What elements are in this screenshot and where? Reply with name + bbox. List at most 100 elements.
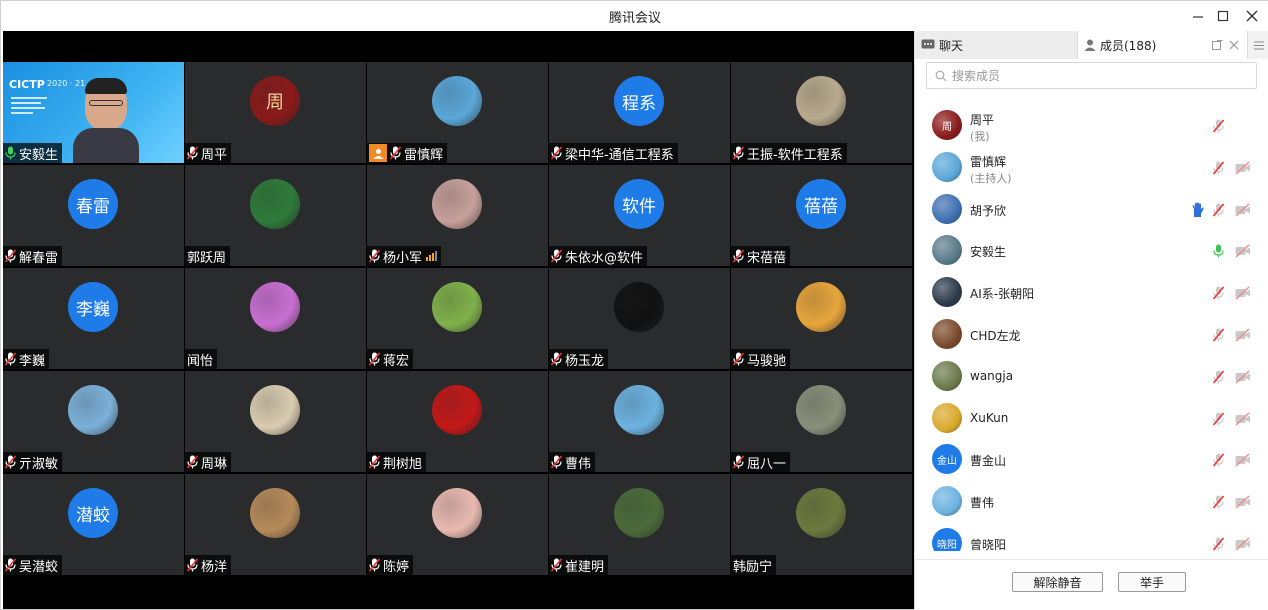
raise-hand-button[interactable]: 举手 bbox=[1118, 572, 1186, 592]
member-row[interactable]: XuKun bbox=[915, 399, 1268, 439]
mic-muted-icon[interactable] bbox=[1212, 411, 1229, 427]
member-row[interactable]: CHD左龙 bbox=[915, 315, 1268, 355]
participant-avatar bbox=[250, 385, 300, 435]
mic-icon[interactable] bbox=[1213, 243, 1229, 259]
close-icon[interactable] bbox=[1241, 5, 1263, 27]
participant-name: 屈八一 bbox=[747, 456, 787, 472]
participant-name-tag: 梁中华-通信工程系 bbox=[549, 143, 678, 163]
participant-tile[interactable]: 崔建明 bbox=[549, 474, 730, 575]
participant-tile[interactable]: 韩励宁 bbox=[731, 474, 912, 575]
mic-muted-icon[interactable] bbox=[1212, 285, 1229, 301]
camera-off-icon[interactable] bbox=[1235, 452, 1251, 468]
mic-muted-icon[interactable] bbox=[1212, 369, 1229, 385]
participant-name: 王振-软件工程系 bbox=[747, 147, 843, 163]
camera-off-icon[interactable] bbox=[1235, 369, 1251, 385]
participant-avatar: 潜蛟 bbox=[68, 488, 118, 538]
mic-muted-icon[interactable] bbox=[1212, 536, 1229, 551]
member-row[interactable]: 曹伟 bbox=[915, 482, 1268, 522]
member-avatar bbox=[932, 235, 962, 266]
participant-avatar bbox=[614, 488, 664, 538]
member-row[interactable]: 安毅生 bbox=[915, 231, 1268, 271]
participant-tile[interactable]: 曹伟 bbox=[549, 371, 730, 472]
mic-muted-icon[interactable] bbox=[1212, 118, 1229, 134]
panel-menu-button[interactable] bbox=[1247, 31, 1268, 59]
participant-avatar bbox=[250, 179, 300, 229]
mic-muted-icon bbox=[4, 249, 17, 263]
member-list[interactable]: 周周平 (我) 雷慎辉 (主持人) 胡予欣安毅生 AI系-张朝阳 CHD左龙 wangja Xu… bbox=[915, 106, 1268, 551]
mic-muted-icon bbox=[732, 249, 745, 263]
participant-tile[interactable]: 程系 梁中华-通信工程系 bbox=[549, 62, 730, 163]
mic-muted-icon[interactable] bbox=[1212, 494, 1229, 510]
camera-off-icon[interactable] bbox=[1235, 494, 1251, 510]
participant-name: 马骏驰 bbox=[747, 353, 787, 369]
maximize-icon[interactable] bbox=[1212, 5, 1234, 27]
camera-off-icon[interactable] bbox=[1235, 202, 1251, 218]
participant-tile[interactable]: 雷慎辉 bbox=[367, 62, 548, 163]
title-bar: 腾讯会议 bbox=[1, 1, 1268, 31]
close-panel-icon[interactable] bbox=[1229, 40, 1239, 50]
participant-tile[interactable]: 软件 朱依水@软件 bbox=[549, 165, 730, 266]
tab-members[interactable]: 成员(188) bbox=[1077, 31, 1247, 59]
participant-tile[interactable]: 杨玉龙 bbox=[549, 268, 730, 369]
camera-off-icon[interactable] bbox=[1235, 285, 1251, 301]
participant-tile[interactable]: 王振-软件工程系 bbox=[731, 62, 912, 163]
camera-off-icon[interactable] bbox=[1235, 411, 1251, 427]
participant-avatar bbox=[432, 76, 482, 126]
camera-off-icon[interactable] bbox=[1235, 243, 1251, 259]
participant-tile[interactable]: 周琳 bbox=[185, 371, 366, 472]
participant-tile[interactable]: 荆树旭 bbox=[367, 371, 548, 472]
participant-tile[interactable]: 马骏驰 bbox=[731, 268, 912, 369]
participant-name: 陈婷 bbox=[383, 559, 410, 575]
camera-off-icon[interactable] bbox=[1235, 536, 1251, 551]
member-row[interactable]: 雷慎辉 (主持人) bbox=[915, 148, 1268, 188]
participant-tile[interactable]: 蓓蓓 宋蓓蓓 bbox=[731, 165, 912, 266]
member-role: (我) bbox=[970, 130, 990, 143]
participant-tile[interactable]: 闻怡 bbox=[185, 268, 366, 369]
participant-tile[interactable]: 屈八一 bbox=[731, 371, 912, 472]
participant-name: 安毅生 bbox=[19, 147, 59, 163]
participant-tile[interactable]: 蒋宏 bbox=[367, 268, 548, 369]
member-row[interactable]: 晓阳 曾晓阳 bbox=[915, 524, 1268, 551]
participant-tile[interactable]: 杨小军 bbox=[367, 165, 548, 266]
camera-off-icon[interactable] bbox=[1235, 327, 1251, 343]
participant-tile[interactable]: 春雷 解春雷 bbox=[3, 165, 184, 266]
participant-tile[interactable]: 亓淑敏 bbox=[3, 371, 184, 472]
presenter-person bbox=[73, 78, 139, 163]
participant-avatar bbox=[432, 488, 482, 538]
side-panel: 聊天 成员(188) 搜索成员 周周平 (我) 雷慎辉 (主持人) 胡予欣安毅生 AI系-… bbox=[914, 31, 1268, 610]
member-row[interactable]: 胡予欣 bbox=[915, 190, 1268, 230]
member-name: 安毅生 bbox=[970, 245, 1007, 260]
mic-muted-icon bbox=[389, 146, 402, 160]
member-row[interactable]: wangja bbox=[915, 357, 1268, 397]
mic-muted-icon[interactable] bbox=[1212, 202, 1229, 218]
mic-muted-icon[interactable] bbox=[1212, 452, 1229, 468]
mic-muted-icon[interactable] bbox=[1212, 160, 1229, 176]
participant-avatar bbox=[250, 488, 300, 538]
member-avatar bbox=[932, 486, 962, 517]
member-row[interactable]: AI系-张朝阳 bbox=[915, 273, 1268, 313]
member-row[interactable]: 周周平 (我) bbox=[915, 106, 1268, 146]
participant-tile[interactable]: 郭跃周 bbox=[185, 165, 366, 266]
mic-muted-icon bbox=[732, 146, 745, 160]
participant-tile[interactable]: CICTP 2020 · 21 安毅生 bbox=[3, 62, 184, 163]
member-row[interactable]: 金山 曹金山 bbox=[915, 440, 1268, 480]
mic-muted-icon bbox=[368, 455, 381, 469]
slide-text-block bbox=[11, 94, 51, 120]
participant-tile[interactable]: 杨洋 bbox=[185, 474, 366, 575]
participant-name-tag: 杨玉龙 bbox=[549, 349, 609, 369]
participant-tile[interactable]: 潜蛟 吴潜蛟 bbox=[3, 474, 184, 575]
minimize-icon[interactable] bbox=[1187, 5, 1209, 27]
mic-muted-icon[interactable] bbox=[1212, 327, 1229, 343]
participant-name-tag: 屈八一 bbox=[731, 452, 791, 472]
tab-chat[interactable]: 聊天 bbox=[915, 31, 1077, 59]
popout-icon[interactable] bbox=[1212, 40, 1223, 51]
participant-tile[interactable]: 周周平 bbox=[185, 62, 366, 163]
participant-avatar: 蓓蓓 bbox=[796, 179, 846, 229]
camera-off-icon[interactable] bbox=[1235, 160, 1251, 176]
unmute-all-button[interactable]: 解除静音 bbox=[1012, 572, 1103, 592]
participant-tile[interactable]: 李巍 李巍 bbox=[3, 268, 184, 369]
participant-tile[interactable]: 陈婷 bbox=[367, 474, 548, 575]
participant-avatar bbox=[796, 488, 846, 538]
member-search-input[interactable]: 搜索成员 bbox=[926, 62, 1257, 89]
participant-name-tag: 雷慎辉 bbox=[367, 143, 448, 163]
